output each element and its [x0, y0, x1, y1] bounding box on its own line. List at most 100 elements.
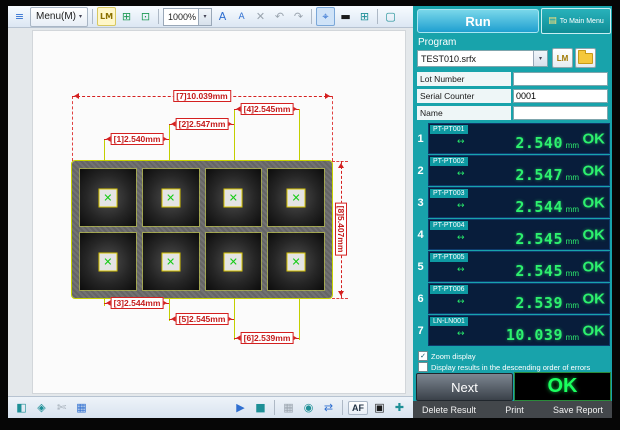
result-row[interactable]: 2 PT-PT002 ↔ 2.547 mm OK	[413, 155, 610, 186]
result-body: PT-PT005 ↔ 2.545 mm OK	[428, 251, 610, 282]
zoom-value: 1000%	[164, 12, 198, 22]
result-value: 2.545	[515, 262, 563, 280]
undo-icon[interactable]: ↶	[271, 8, 288, 25]
screen-icon[interactable]: ▬	[337, 8, 354, 25]
zoom-display-option[interactable]: ✓ Zoom display	[418, 351, 476, 361]
result-status: OK	[583, 162, 606, 179]
pan-icon[interactable]: ⇄	[320, 399, 337, 416]
folder-icon	[578, 53, 593, 64]
measurement-image[interactable]: ✕ ✕ ✕ ✕ ✕ ✕ ✕ ✕	[32, 30, 406, 394]
target-icon[interactable]: ⌖	[316, 7, 335, 26]
result-index: 4	[413, 219, 428, 250]
checkbox-unchecked[interactable]	[418, 362, 428, 372]
result-body: PT-PT001 ↔ 2.540 mm OK	[428, 123, 610, 154]
lot-number-input[interactable]	[513, 72, 608, 86]
window-edit-icon[interactable]: ▢	[382, 8, 399, 25]
stop-icon[interactable]: ■	[252, 399, 269, 416]
name-input[interactable]	[513, 106, 608, 120]
ok-status-button[interactable]: OK	[514, 372, 611, 401]
result-value: 2.539	[515, 294, 563, 312]
result-id: PT-PT001	[430, 125, 468, 134]
print-button[interactable]: Print	[505, 405, 524, 415]
result-row[interactable]: 5 PT-PT005 ↔ 2.545 mm OK	[413, 251, 610, 282]
checkbox-checked[interactable]: ✓	[418, 351, 428, 361]
clear-icon[interactable]: ✕	[252, 8, 269, 25]
result-status: OK	[583, 322, 606, 339]
measure-point: ✕	[98, 252, 117, 271]
af-button[interactable]: AF	[348, 401, 368, 415]
result-unit: mm	[566, 205, 579, 214]
serial-counter-label: Serial Counter	[417, 89, 511, 103]
next-button[interactable]: Next	[416, 373, 513, 401]
part-pocket: ✕	[143, 233, 199, 290]
chevron-down-icon[interactable]: ▾	[198, 9, 211, 25]
image-icon[interactable]: ▦	[73, 399, 90, 416]
zoom-select[interactable]: 1000%▾	[163, 8, 212, 26]
result-index: 2	[413, 155, 428, 186]
descending-order-option[interactable]: Display results in the descending order …	[418, 362, 590, 372]
menu-button[interactable]: Menu(M)▾	[30, 7, 88, 27]
window-add-icon[interactable]: ⊡	[137, 8, 154, 25]
camera-icon[interactable]: ▣	[371, 399, 388, 416]
circles-icon[interactable]: ◉	[300, 399, 317, 416]
play-icon[interactable]: ▶	[232, 399, 249, 416]
grid-icon[interactable]: ▦	[280, 399, 297, 416]
toolbar-separator	[311, 9, 312, 24]
result-row[interactable]: 4 PT-PT004 ↔ 2.545 mm OK	[413, 219, 610, 250]
run-tab-button[interactable]: Run	[417, 9, 539, 33]
result-index: 6	[413, 283, 428, 314]
lm-program-button[interactable]: LM	[552, 48, 573, 68]
x-marker-icon: ✕	[292, 255, 301, 268]
result-row[interactable]: 3 PT-PT003 ↔ 2.544 mm OK	[413, 187, 610, 218]
result-unit: mm	[566, 173, 579, 182]
cross-icon[interactable]: ✚	[391, 399, 408, 416]
result-row[interactable]: 7 LN-LN001 ↔ 10.039 mm OK	[413, 315, 610, 346]
part-pocket: ✕	[206, 169, 262, 226]
dimension-label: [8]5.407mm	[335, 203, 347, 256]
to-main-menu-label: To Main Menu	[560, 18, 604, 25]
extension-line	[299, 298, 300, 340]
measure-point: ✕	[224, 252, 243, 271]
redo-icon[interactable]: ↷	[290, 8, 307, 25]
canvas-background: ✕ ✕ ✕ ✕ ✕ ✕ ✕ ✕	[8, 28, 413, 396]
bottom-toolbar: ◧ ◈ ✄ ▦ ▶ ■ ▦ ◉ ⇄ AF ▣ ✚	[8, 396, 413, 418]
fit-text-b-icon[interactable]: A	[233, 8, 250, 25]
cut-icon[interactable]: ✄	[53, 399, 70, 416]
lot-number-label: Lot Number	[417, 72, 511, 86]
program-select[interactable]: TEST010.srfx ▾	[417, 50, 548, 67]
capture-add-icon[interactable]: ⊞	[118, 8, 135, 25]
result-id: PT-PT006	[430, 285, 468, 294]
result-id: PT-PT005	[430, 253, 468, 262]
lm-mode-icon[interactable]: LM	[97, 7, 116, 26]
part-pocket: ✕	[206, 233, 262, 290]
delete-result-button[interactable]: Delete Result	[422, 405, 476, 415]
result-value: 2.547	[515, 166, 563, 184]
dimension-label: [2]2.547mm	[176, 118, 229, 130]
to-main-menu-button[interactable]: ▤ To Main Menu	[541, 8, 611, 34]
save-report-button[interactable]: Save Report	[553, 405, 603, 415]
result-value: 2.544	[515, 198, 563, 216]
chevron-down-icon[interactable]: ▾	[533, 51, 547, 66]
result-id: PT-PT003	[430, 189, 468, 198]
app-menu-icon[interactable]: ≡	[11, 8, 28, 25]
layers-icon[interactable]: ◈	[33, 399, 50, 416]
dimension-label: [5]2.545mm	[176, 313, 229, 325]
fit-text-a-icon[interactable]: A	[214, 8, 231, 25]
result-index: 1	[413, 123, 428, 154]
dimension-label: [7]10.039mm	[173, 90, 231, 102]
panel-footer: Delete Result Print Save Report	[413, 401, 612, 418]
dimension-label: [3]2.544mm	[111, 297, 164, 309]
serial-counter-input[interactable]	[513, 89, 608, 103]
stage-icon[interactable]: ◧	[13, 399, 30, 416]
region-add-icon[interactable]: ⊞	[356, 8, 373, 25]
part-pocket: ✕	[268, 169, 324, 226]
dimension-label: [6]2.539mm	[241, 332, 294, 344]
measure-point: ✕	[161, 188, 180, 207]
x-marker-icon: ✕	[292, 191, 301, 204]
result-row[interactable]: 1 PT-PT001 ↔ 2.540 mm OK	[413, 123, 610, 154]
result-row[interactable]: 6 PT-PT006 ↔ 2.539 mm OK	[413, 283, 610, 314]
witness-line	[72, 96, 73, 161]
open-program-button[interactable]	[575, 48, 596, 68]
x-marker-icon: ✕	[166, 255, 175, 268]
dimension-label: [1]2.540mm	[111, 133, 164, 145]
